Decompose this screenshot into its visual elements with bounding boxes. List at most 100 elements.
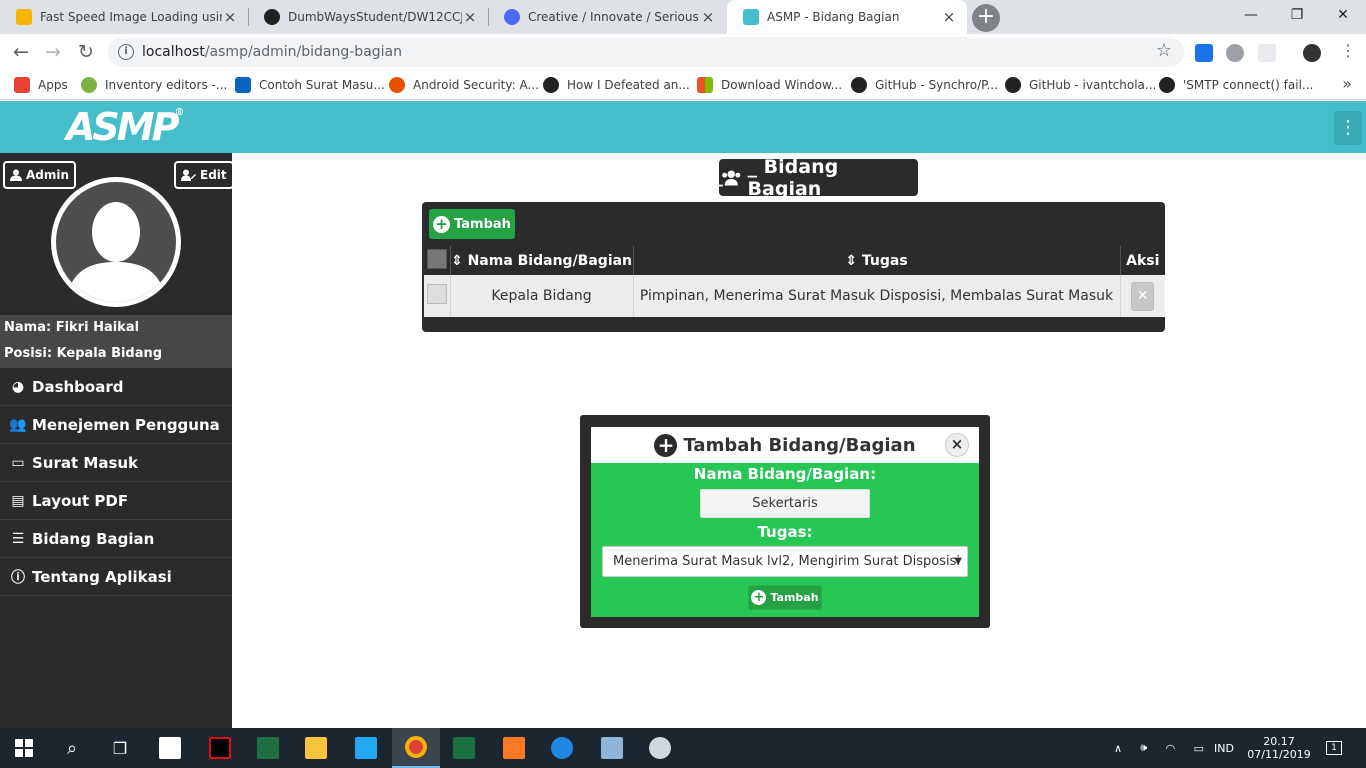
restore-button[interactable]: ❐ (1274, 0, 1320, 32)
plus-circle-icon: + (654, 433, 678, 457)
modal-body: Nama Bidang/Bagian: Sekertaris Tugas: Me… (591, 463, 979, 617)
edit-profile-button[interactable]: Edit (174, 161, 234, 189)
clock[interactable]: 20.17 07/11/2019 (1247, 728, 1310, 768)
taskbar-app[interactable] (342, 728, 390, 768)
taskbar-app[interactable] (244, 728, 292, 768)
browser-tab[interactable]: Creative / Innovate / Serious / Te × (488, 0, 726, 34)
bookmark-item[interactable]: GitHub - ivantchola... (1005, 75, 1156, 95)
close-icon[interactable]: × (462, 8, 478, 26)
bookmark-item[interactable]: Android Security: A... (389, 75, 539, 95)
bookmark-item[interactable]: How I Defeated an... (543, 75, 690, 95)
tab-title: ASMP - Bidang Bagian (767, 10, 900, 24)
bookmark-item[interactable]: GitHub - Synchro/P... (851, 75, 998, 95)
cell-nama: Kepala Bidang (449, 275, 633, 317)
browser-menu-icon[interactable]: ⋮ (1340, 41, 1358, 60)
bookmark-item[interactable]: Inventory editors -... (81, 75, 227, 95)
taskbar-app[interactable] (440, 728, 488, 768)
bookmark-item[interactable]: Apps (14, 75, 68, 95)
battery-icon[interactable]: ▭ (1194, 742, 1204, 755)
taskbar-app[interactable] (490, 728, 538, 768)
dropdown-arrow-icon: ▼ (954, 556, 962, 567)
tab-title: DumbWaysStudent/DW12CCJG9 (288, 10, 462, 24)
taskbar-app[interactable] (538, 728, 586, 768)
taskbar-app[interactable] (196, 728, 244, 768)
paint-icon (649, 737, 671, 759)
add-button[interactable]: + Tambah (429, 209, 515, 239)
nama-input[interactable]: Sekertaris (700, 489, 870, 518)
sidebar-item-surat-masuk[interactable]: ▭ Surat Masuk (0, 444, 232, 482)
edge-icon (551, 737, 573, 759)
address-bar[interactable]: i localhost/asmp/admin/bidang-bagian ☆ (108, 37, 1184, 67)
forward-icon[interactable]: → (40, 39, 66, 65)
speaker-icon[interactable]: 🕪 (1140, 741, 1147, 755)
close-icon[interactable]: × (700, 8, 716, 26)
taskbar-app[interactable] (292, 728, 340, 768)
close-window-button[interactable]: ✕ (1320, 0, 1366, 32)
column-header-tugas[interactable]: ⇕ Tugas (632, 246, 1120, 275)
user-info: Nama: Fikri Haikal Posisi: Kepala Bidang (0, 315, 232, 368)
taskbar-app[interactable] (588, 728, 636, 768)
close-icon[interactable]: × (945, 433, 969, 457)
new-tab-button[interactable]: + (972, 4, 1000, 32)
taskbar-app[interactable] (146, 728, 194, 768)
search-icon: ⌕ (66, 737, 78, 759)
cell-aksi: ✕ (1119, 275, 1165, 317)
windows-logo-icon (697, 77, 713, 93)
chevron-right-icon[interactable]: » (1342, 74, 1352, 93)
submit-button[interactable]: + Tambah (748, 585, 822, 610)
sidebar-item-dashboard[interactable]: ◕ Dashboard (0, 368, 232, 406)
sidebar-item-tentang-aplikasi[interactable]: ⓘ Tentang Aplikasi (0, 558, 232, 596)
taskbar-app[interactable] (636, 728, 684, 768)
bookmark-item[interactable]: Contoh Surat Masu... (235, 75, 385, 95)
extension-icon[interactable] (1258, 44, 1276, 62)
bookmark-star-icon[interactable]: ☆ (1156, 40, 1172, 61)
row-checkbox[interactable] (426, 284, 447, 304)
avatar (51, 177, 181, 307)
kebab-menu-icon[interactable]: ⋮ (1334, 111, 1362, 145)
file-explorer-icon (305, 737, 327, 759)
bookmark-item[interactable]: 'SMTP connect() fail... (1159, 75, 1313, 95)
sidebar-item-bidang-bagian[interactable]: ☰ Bidang Bagian (0, 520, 232, 558)
vscode-icon (355, 737, 377, 759)
back-icon[interactable]: ← (8, 39, 34, 65)
taskbar-app-active[interactable] (392, 728, 440, 768)
chrome-icon (405, 736, 427, 758)
info-icon[interactable]: i (118, 44, 134, 60)
chevron-up-icon[interactable]: ∧ (1114, 742, 1122, 755)
wifi-icon[interactable]: ◠ (1166, 742, 1176, 755)
sidebar-item-layout-pdf[interactable]: ▤ Layout PDF (0, 482, 232, 520)
plus-circle-icon: + (433, 215, 451, 233)
profile-avatar[interactable] (1303, 44, 1321, 62)
pdf-icon: ▤ (11, 492, 25, 509)
browser-tab-strip: Fast Speed Image Loading using × DumbWay… (0, 0, 1366, 34)
notification-center[interactable]: 1 (1324, 728, 1344, 768)
shield-icon[interactable] (1226, 44, 1244, 62)
search-button[interactable]: ⌕ (48, 728, 96, 768)
close-icon[interactable]: × (941, 8, 957, 26)
minimize-button[interactable]: — (1228, 0, 1274, 32)
reload-icon[interactable]: ↻ (73, 39, 99, 65)
sidebar-item-menejemen-pengguna[interactable]: 👥 Menejemen Pengguna (0, 406, 232, 444)
modal-header: + Tambah Bidang/Bagian × (591, 427, 979, 463)
browser-tab[interactable]: DumbWaysStudent/DW12CCJG9 × (248, 0, 488, 34)
row-select (424, 275, 450, 317)
language-indicator[interactable]: IND (1214, 728, 1234, 768)
admin-button[interactable]: Admin (3, 161, 77, 189)
extension-icon[interactable] (1195, 44, 1213, 62)
delete-button[interactable]: ✕ (1131, 281, 1155, 311)
start-button[interactable] (0, 728, 48, 768)
bidang-table-card: + Tambah ⇕ Nama Bidang/Bagian ⇕ Tugas Ak… (422, 202, 1165, 332)
excel-icon (453, 737, 475, 759)
tab-title: Creative / Innovate / Serious / Te (528, 10, 700, 24)
browser-tab[interactable]: Fast Speed Image Loading using × (0, 0, 248, 34)
browser-tab-active[interactable]: ASMP - Bidang Bagian × (727, 0, 967, 34)
url-text: localhost/asmp/admin/bidang-bagian (142, 44, 403, 60)
task-view-button[interactable]: ❐ (96, 728, 144, 768)
tugas-select[interactable]: Menerima Surat Masuk lvl2, Mengirim Sura… (602, 546, 968, 577)
select-all-checkbox[interactable] (426, 248, 447, 269)
bookmark-item[interactable]: Download Window... (697, 75, 842, 95)
close-icon[interactable]: × (222, 8, 238, 26)
column-header-nama[interactable]: ⇕ Nama Bidang/Bagian (449, 246, 633, 275)
table-row[interactable]: Kepala Bidang Pimpinan, Menerima Surat M… (424, 275, 1165, 317)
app-logo[interactable]: ASMP ® (66, 105, 184, 149)
